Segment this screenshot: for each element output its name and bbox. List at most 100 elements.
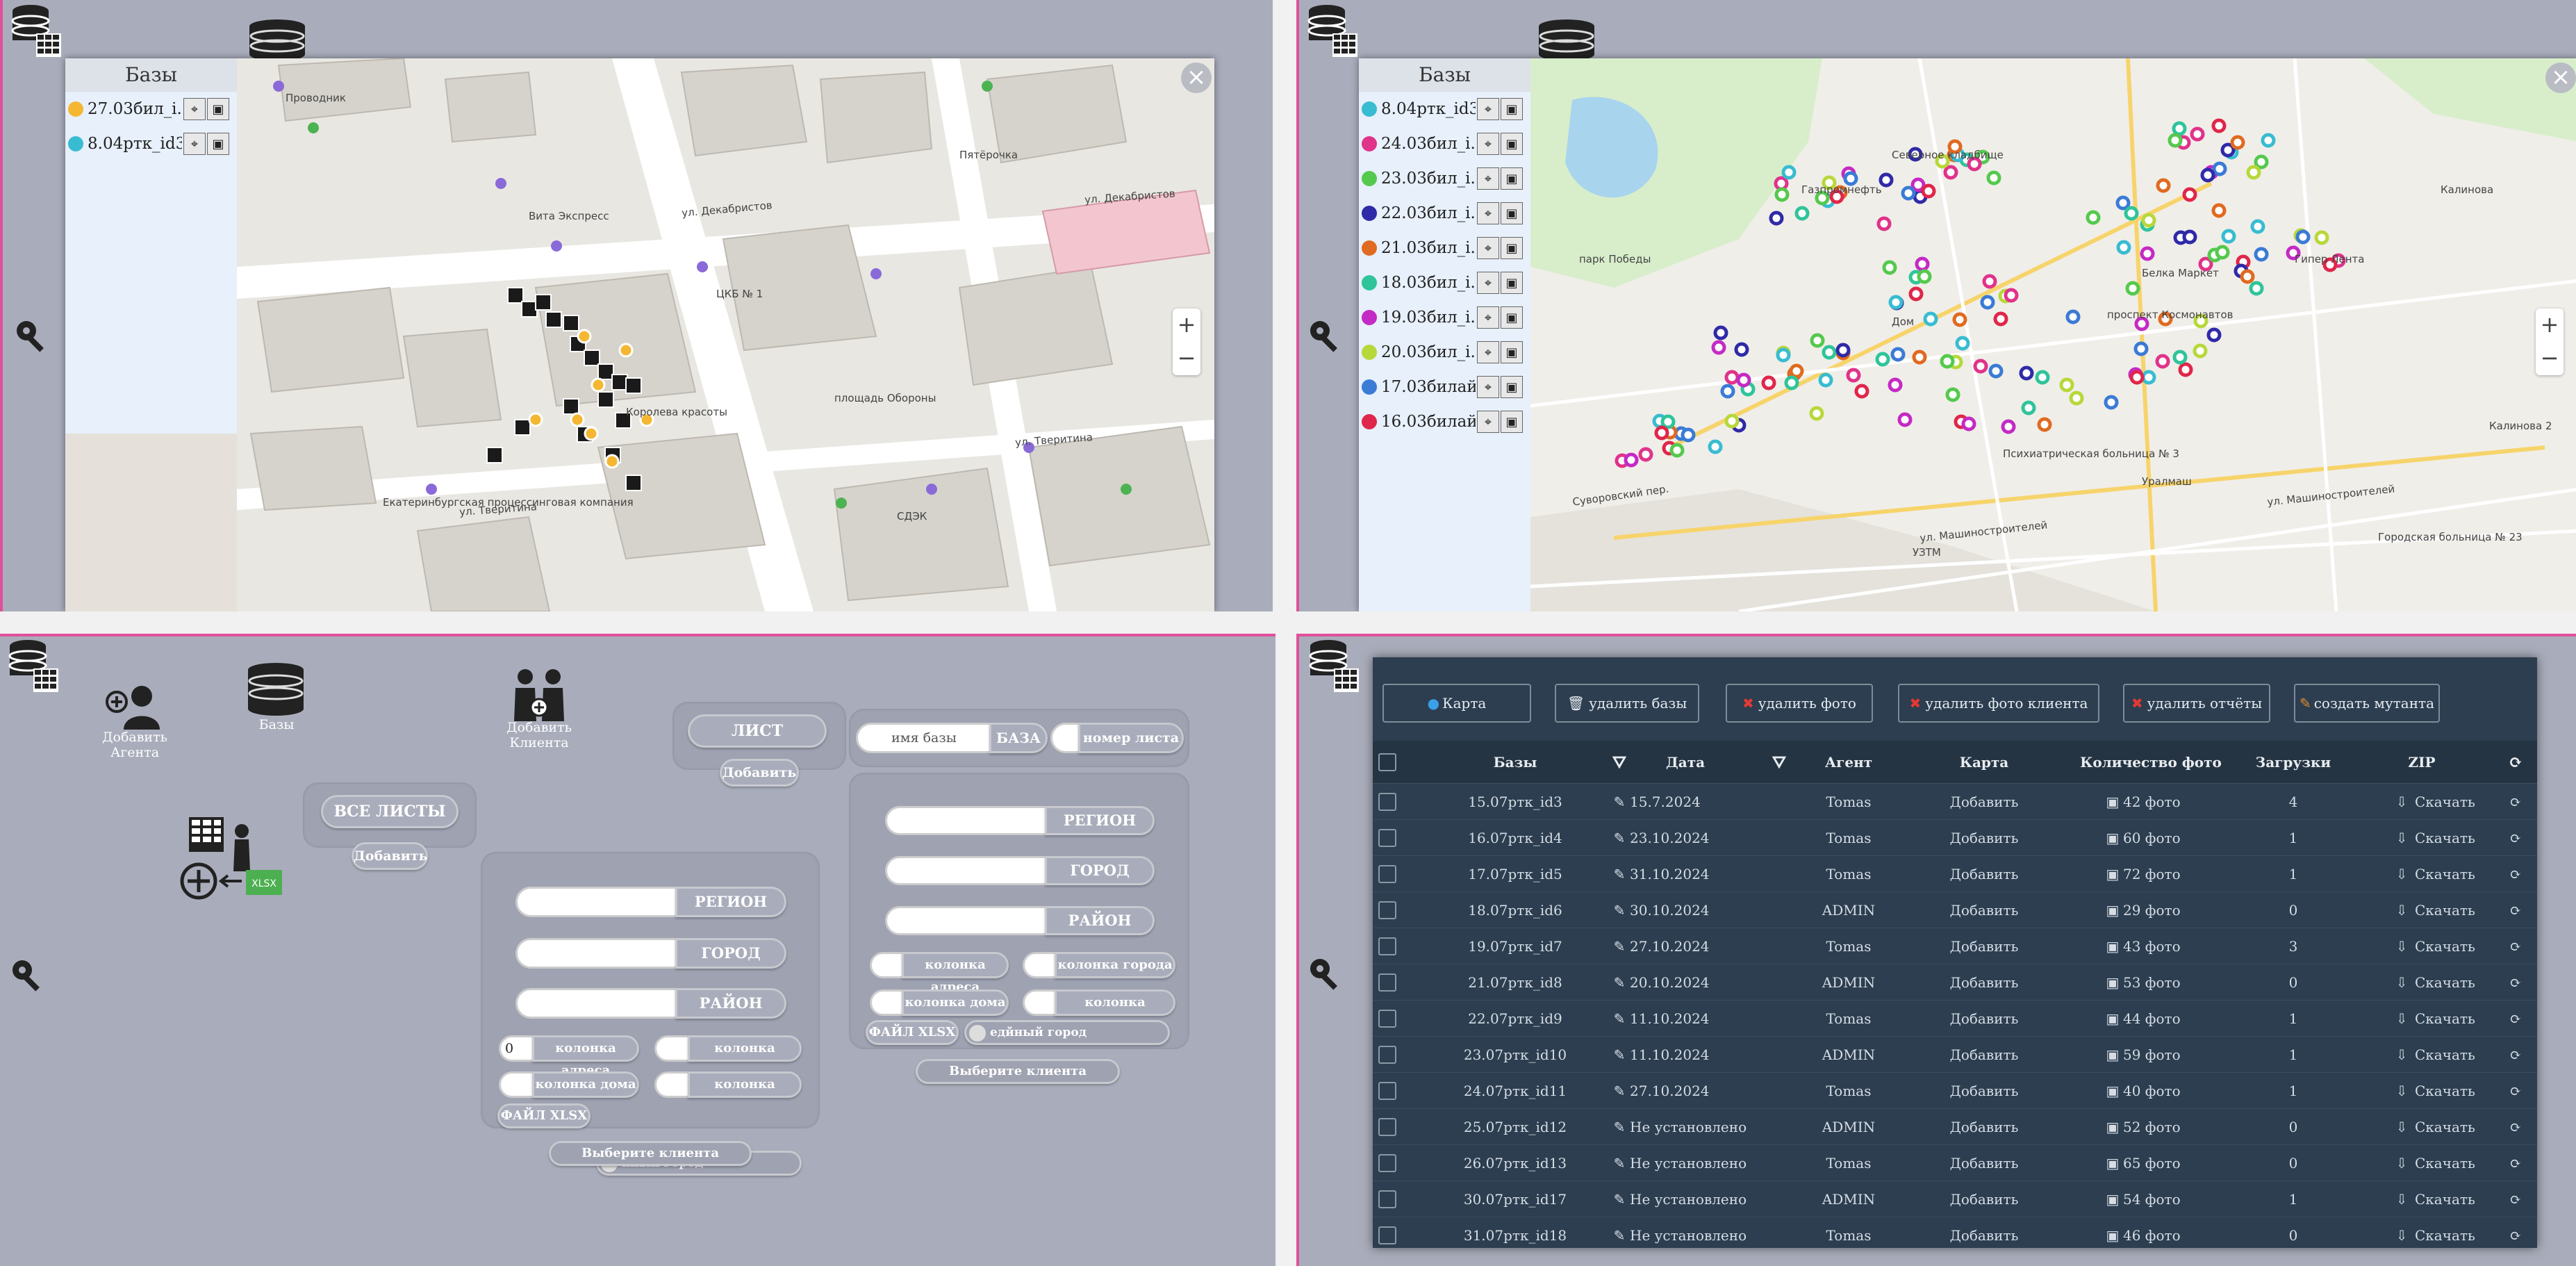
map-pin-icon[interactable]: ⌖ xyxy=(1477,202,1499,224)
download-icon[interactable]: ⇩ xyxy=(2391,964,2412,1001)
add-map-link[interactable]: Добавить xyxy=(1929,820,2040,856)
download-link[interactable]: Скачать xyxy=(2415,928,2484,964)
photos-icon[interactable]: ▣ xyxy=(1501,341,1523,363)
map-marker[interactable] xyxy=(1789,363,1804,379)
select-all-checkbox[interactable] xyxy=(1378,753,1396,771)
download-icon[interactable]: ⇩ xyxy=(2391,856,2412,892)
map-marker[interactable] xyxy=(1875,352,1890,367)
map-marker[interactable] xyxy=(2295,229,2311,245)
map-marker[interactable] xyxy=(1769,211,1784,226)
map-marker[interactable] xyxy=(1660,414,1676,429)
edit-pencil-icon[interactable]: ✎ xyxy=(1609,1217,1630,1248)
filter-icon[interactable]: ⛛ xyxy=(1609,741,1630,784)
house-column-input[interactable] xyxy=(870,989,905,1016)
map-marker[interactable] xyxy=(2172,350,2188,365)
map-marker[interactable] xyxy=(2221,229,2236,244)
map-pin-icon[interactable]: ⌖ xyxy=(1477,376,1499,398)
photo-count-link[interactable]: 65 фото xyxy=(2123,1145,2206,1181)
close-button[interactable]: × xyxy=(1181,63,1212,93)
database-icon[interactable] xyxy=(3,636,61,695)
map-marker[interactable] xyxy=(1724,370,1740,385)
row-checkbox[interactable] xyxy=(1378,793,1396,811)
map-marker[interactable] xyxy=(1835,343,1851,358)
download-icon[interactable]: ⇩ xyxy=(2391,1109,2412,1145)
download-link[interactable]: Скачать xyxy=(2415,1109,2484,1145)
base-row[interactable]: 24.03бил_i... ⌖ ▣ xyxy=(1359,126,1530,161)
map-marker[interactable] xyxy=(1980,295,1995,310)
add-map-link[interactable]: Добавить xyxy=(1929,1109,2040,1145)
map-marker[interactable] xyxy=(1923,311,1938,327)
add-map-link[interactable]: Добавить xyxy=(1929,964,2040,1001)
delete-client-photos-button[interactable]: ✖ удалить фото клиента xyxy=(1898,684,2099,723)
refresh-row-icon[interactable]: ⟳ xyxy=(2505,928,2526,964)
add-map-link[interactable]: Добавить xyxy=(1929,856,2040,892)
photo-count-link[interactable]: 46 фото xyxy=(2123,1217,2206,1248)
row-checkbox[interactable] xyxy=(1378,937,1396,955)
map-marker[interactable] xyxy=(2065,309,2081,324)
map-marker[interactable] xyxy=(1888,295,1904,310)
map-marker[interactable] xyxy=(2215,245,2230,260)
map-marker[interactable] xyxy=(1846,368,1861,383)
address-column-input[interactable]: 0 xyxy=(499,1035,535,1062)
map-marker[interactable] xyxy=(1624,452,1639,468)
map-marker[interactable] xyxy=(2124,206,2139,221)
map-marker[interactable] xyxy=(2004,288,2019,303)
address-column-input[interactable] xyxy=(870,952,905,978)
map-marker[interactable] xyxy=(1708,439,1723,454)
row-checkbox[interactable] xyxy=(1378,829,1396,847)
base-row[interactable]: 18.03бил_i... ⌖ ▣ xyxy=(1359,265,1530,300)
edit-pencil-icon[interactable]: ✎ xyxy=(1609,1001,1630,1037)
map-marker[interactable] xyxy=(2125,281,2140,296)
zoom-out-button[interactable]: − xyxy=(1173,342,1200,375)
map-marker[interactable] xyxy=(1638,447,1653,462)
map-pin-icon[interactable]: ⌖ xyxy=(1477,411,1499,433)
refresh-row-icon[interactable]: ⟳ xyxy=(2505,1073,2526,1109)
map-marker[interactable] xyxy=(2211,203,2227,218)
photos-icon[interactable]: ▣ xyxy=(207,133,229,155)
edit-pencil-icon[interactable]: ✎ xyxy=(1609,1145,1630,1181)
city-column-input[interactable] xyxy=(1023,952,1057,978)
building-column-input[interactable] xyxy=(654,1071,691,1098)
col-agent[interactable]: Агент xyxy=(1790,741,1908,784)
row-checkbox[interactable] xyxy=(1378,1118,1396,1136)
select-client-button[interactable]: Выберите клиента xyxy=(549,1141,752,1166)
edit-pencil-icon[interactable]: ✎ xyxy=(1609,784,1630,820)
map-marker[interactable] xyxy=(1669,443,1685,458)
edit-pencil-icon[interactable]: ✎ xyxy=(1609,856,1630,892)
photos-icon[interactable]: ▣ xyxy=(1501,237,1523,259)
map-marker[interactable] xyxy=(2261,133,2276,148)
download-icon[interactable]: ⇩ xyxy=(2391,892,2412,928)
map-marker[interactable] xyxy=(1917,269,1932,284)
base-row[interactable]: 16.03билайн...⌖▣ xyxy=(1359,404,1530,439)
row-checkbox[interactable] xyxy=(1378,1190,1396,1208)
map-marker[interactable] xyxy=(1776,347,1791,363)
download-icon[interactable]: ⇩ xyxy=(2391,928,2412,964)
add-map-link[interactable]: Добавить xyxy=(1929,892,2040,928)
download-link[interactable]: Скачать xyxy=(2415,964,2484,1001)
download-link[interactable]: Скачать xyxy=(2415,1037,2484,1073)
district-input[interactable] xyxy=(515,988,678,1019)
map-pin-icon[interactable]: ⌖ xyxy=(1477,133,1499,155)
map-marker[interactable] xyxy=(1809,406,1824,421)
map-marker[interactable] xyxy=(1736,372,1751,388)
row-checkbox[interactable] xyxy=(1378,901,1396,919)
map-marker[interactable] xyxy=(1794,206,1810,221)
map-marker[interactable] xyxy=(2129,370,2145,385)
map-pin-icon[interactable]: ⌖ xyxy=(1477,272,1499,294)
map-marker[interactable] xyxy=(1822,345,1837,360)
edit-pencil-icon[interactable]: ✎ xyxy=(1609,928,1630,964)
city-column-input[interactable] xyxy=(654,1035,691,1062)
download-icon[interactable]: ⇩ xyxy=(2391,820,2412,856)
map-marker[interactable] xyxy=(2254,247,2269,262)
download-icon[interactable]: ⇩ xyxy=(2391,1001,2412,1037)
map-marker[interactable] xyxy=(2133,341,2149,356)
map-marker[interactable] xyxy=(1654,425,1669,441)
map-marker[interactable] xyxy=(2211,118,2227,133)
map-marker[interactable] xyxy=(2037,417,2052,432)
map-marker[interactable] xyxy=(2155,354,2170,369)
photo-count-link[interactable]: 59 фото xyxy=(2123,1037,2206,1073)
map-marker[interactable] xyxy=(1843,171,1858,186)
database-icon[interactable] xyxy=(1303,636,1362,695)
map-marker[interactable] xyxy=(2021,400,2036,416)
photo-count-link[interactable]: 40 фото xyxy=(2123,1073,2206,1109)
